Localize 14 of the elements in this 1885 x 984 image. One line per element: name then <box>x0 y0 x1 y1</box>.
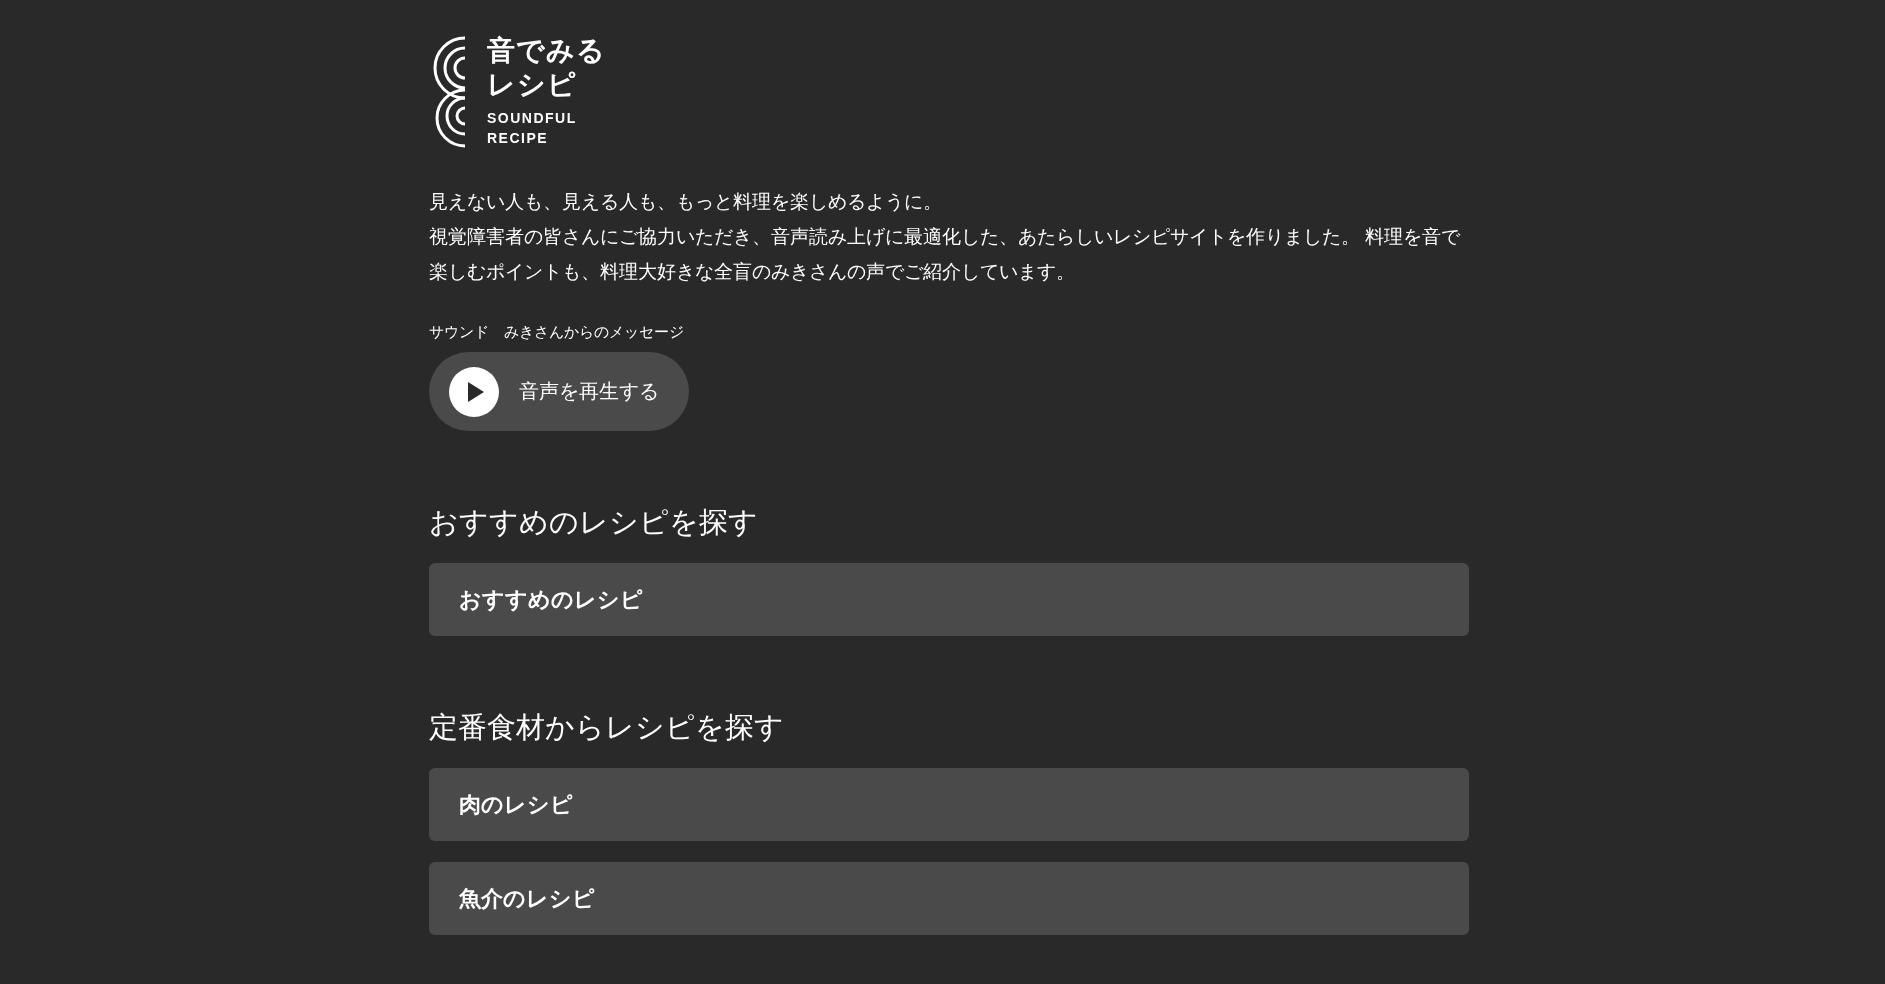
logo-title: 音でみる <box>487 34 606 68</box>
logo-title: レシピ <box>487 68 578 102</box>
intro-lead: 見えない人も、見える人も、もっと料理を楽しめるように。 <box>429 190 943 214</box>
section-heading: 定番食材からレシピを探す <box>429 710 785 745</box>
play-icon <box>449 366 499 417</box>
recipe-category-link[interactable]: 肉のレシピ <box>429 768 1469 841</box>
recipe-category-link[interactable]: おすすめのレシピ <box>429 563 1469 636</box>
logo-subtitle: SOUNDFUL <box>487 109 578 128</box>
intro-text: 視覚障害者の皆さんにご協力いただき、音声読み上げに最適化した、あたらしいレシピサイトを作りました。 料理を音で楽しむポイントも、料理大好きな全盲のみきさんの声でご紹介しています。 <box>429 225 1462 284</box>
sound-label: サウンド みきさんからのメッセージ <box>429 323 685 342</box>
section-heading: おすすめのレシピを探す <box>429 505 759 540</box>
play-audio-button[interactable]: 音声を再生する <box>429 352 689 431</box>
recipe-category-link[interactable]: 魚介のレシピ <box>429 862 1469 935</box>
logo-subtitle: RECIPE <box>487 129 550 148</box>
